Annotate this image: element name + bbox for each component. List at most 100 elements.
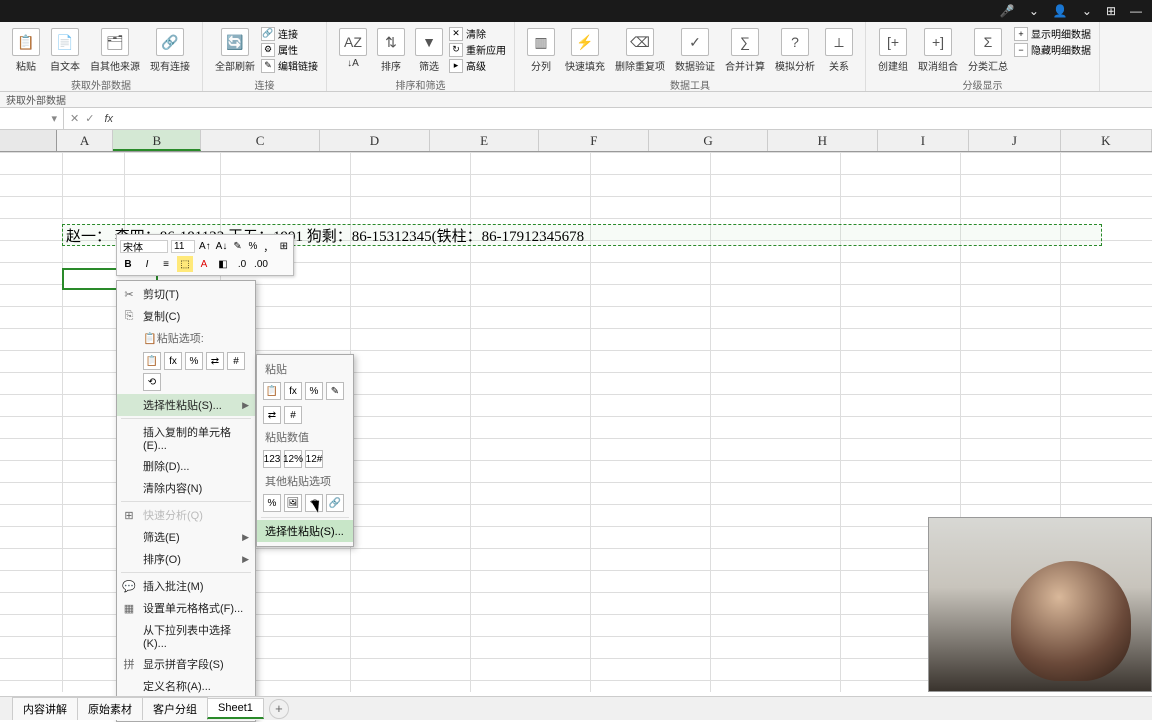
cancel-icon[interactable]: ✕: [70, 112, 79, 125]
ribbon-small-清除[interactable]: ✕清除: [449, 26, 506, 41]
ribbon-全部刷新[interactable]: 🔄全部刷新: [211, 26, 259, 75]
fx-icon[interactable]: fx: [100, 113, 117, 125]
ribbon-small-编辑链接[interactable]: ✎编辑链接: [261, 58, 318, 73]
align-icon[interactable]: ≡: [158, 256, 174, 272]
ctx-选择性粘贴(S)...[interactable]: 选择性粘贴(S)...▶: [117, 394, 255, 416]
ctx-设置单元格格式(F)...[interactable]: ▦设置单元格格式(F)...: [117, 597, 255, 619]
col-header-B[interactable]: B: [113, 130, 201, 151]
col-header-D[interactable]: D: [320, 130, 430, 151]
paste-option-icon[interactable]: ✎: [326, 382, 344, 400]
paste-special-dialog[interactable]: 选择性粘贴(S)...: [257, 520, 353, 542]
font-color-icon[interactable]: A: [196, 256, 212, 272]
ctx-复制(C)[interactable]: ⎘复制(C): [117, 305, 255, 327]
name-box[interactable]: ▾: [0, 108, 64, 129]
paste-option-icon[interactable]: ⟲: [143, 373, 161, 391]
ribbon-small-显示明细数据[interactable]: +显示明细数据: [1014, 26, 1091, 41]
sheet-tab-内容讲解[interactable]: 内容讲解: [12, 697, 78, 720]
ribbon-↓A[interactable]: AZ↓A: [335, 26, 371, 71]
bold-icon[interactable]: B: [120, 256, 136, 272]
paste-option-icon[interactable]: 12%: [284, 450, 302, 468]
minimize-icon[interactable]: —: [1130, 4, 1142, 18]
paste-option-icon[interactable]: %: [305, 382, 323, 400]
format-painter-icon[interactable]: ✎: [231, 238, 243, 254]
ribbon-取消组合[interactable]: +]取消组合: [914, 26, 962, 75]
col-header-A[interactable]: A: [57, 130, 114, 151]
ribbon-small-属性[interactable]: ⚙属性: [261, 42, 318, 57]
ribbon-small-连接[interactable]: 🔗连接: [261, 26, 318, 41]
spreadsheet-grid[interactable]: 赵一： 李四：86-181123 王五：1991 狗剩：86-15312345(…: [0, 152, 1152, 692]
percent-icon[interactable]: %: [247, 238, 259, 254]
user-icon[interactable]: 👤: [1053, 4, 1068, 18]
chevron-down-icon[interactable]: ⌄: [1082, 4, 1092, 18]
ribbon-small-高级[interactable]: ▸高级: [449, 58, 506, 73]
paste-option-icon[interactable]: 🔗: [326, 494, 344, 512]
col-header-C[interactable]: C: [201, 130, 320, 151]
select-all-corner[interactable]: [0, 130, 57, 151]
paste-option-icon[interactable]: 📋: [143, 352, 161, 370]
paste-option-icon[interactable]: #: [284, 406, 302, 424]
ribbon-合并计算[interactable]: ∑合并计算: [721, 26, 769, 75]
ctx-排序(O)[interactable]: 排序(O)▶: [117, 548, 255, 570]
paste-option-icon[interactable]: ⟲: [305, 494, 323, 512]
paste-option-icon[interactable]: %: [185, 352, 203, 370]
merge-icon[interactable]: ⊞: [278, 238, 290, 254]
ribbon-自文本[interactable]: 📄自文本: [46, 26, 84, 75]
ribbon-关系[interactable]: ⟂关系: [821, 26, 857, 75]
ribbon-small-隐藏明细数据[interactable]: −隐藏明细数据: [1014, 42, 1091, 57]
sheet-tab-原始素材[interactable]: 原始素材: [77, 697, 143, 720]
add-sheet-button[interactable]: +: [269, 699, 289, 719]
paste-option-icon[interactable]: fx: [164, 352, 182, 370]
paste-option-icon[interactable]: 123: [263, 450, 281, 468]
enter-icon[interactable]: ✓: [85, 112, 94, 125]
ribbon-模拟分析[interactable]: ?模拟分析: [771, 26, 819, 75]
ctx-定义名称(A)...[interactable]: 定义名称(A)...: [117, 675, 255, 697]
increase-font-icon[interactable]: A↑: [198, 238, 212, 254]
ribbon-分列[interactable]: ▥分列: [523, 26, 559, 75]
ribbon-排序[interactable]: ⇅排序: [373, 26, 409, 75]
ctx-清除内容(N)[interactable]: 清除内容(N): [117, 477, 255, 499]
increase-decimal-icon[interactable]: .00: [253, 256, 269, 272]
ctx-插入批注(M)[interactable]: 💬插入批注(M): [117, 575, 255, 597]
col-header-G[interactable]: G: [649, 130, 768, 151]
fill-color-icon[interactable]: ⬚: [177, 256, 193, 272]
col-header-H[interactable]: H: [768, 130, 878, 151]
border-icon[interactable]: ◧: [215, 256, 231, 272]
comma-icon[interactable]: ，: [262, 238, 274, 254]
ribbon-删除重复项[interactable]: ⌫删除重复项: [611, 26, 669, 75]
col-header-E[interactable]: E: [430, 130, 540, 151]
font-select[interactable]: [120, 240, 168, 253]
col-header-I[interactable]: I: [878, 130, 969, 151]
chevron-down-icon[interactable]: ⌄: [1029, 4, 1039, 18]
paste-option-icon[interactable]: #: [227, 352, 245, 370]
ctx-删除(D)...[interactable]: 删除(D)...: [117, 455, 255, 477]
ribbon-small-重新应用[interactable]: ↻重新应用: [449, 42, 506, 57]
ctx-剪切(T)[interactable]: ✂剪切(T): [117, 283, 255, 305]
col-header-F[interactable]: F: [539, 130, 649, 151]
paste-option-icon[interactable]: ⇄: [206, 352, 224, 370]
ribbon-自其他来源[interactable]: 🗂自其他来源: [86, 26, 144, 75]
sheet-tab-客户分组[interactable]: 客户分组: [142, 697, 208, 720]
ribbon-筛选[interactable]: ▼筛选: [411, 26, 447, 75]
paste-option-icon[interactable]: fx: [284, 382, 302, 400]
paste-option-icon[interactable]: 🖼: [284, 494, 302, 512]
paste-option-icon[interactable]: 12#: [305, 450, 323, 468]
col-header-K[interactable]: K: [1061, 130, 1152, 151]
italic-icon[interactable]: I: [139, 256, 155, 272]
paste-option-icon[interactable]: ⇄: [263, 406, 281, 424]
col-header-J[interactable]: J: [969, 130, 1060, 151]
ctx-插入复制的单元格(E)...[interactable]: 插入复制的单元格(E)...: [117, 421, 255, 455]
paste-option-icon[interactable]: 📋: [263, 382, 281, 400]
decrease-font-icon[interactable]: A↓: [215, 238, 229, 254]
decrease-decimal-icon[interactable]: .0: [234, 256, 250, 272]
ribbon-粘贴[interactable]: 📋粘贴: [8, 26, 44, 75]
sheet-tab-Sheet1[interactable]: Sheet1: [207, 698, 264, 719]
paste-option-icon[interactable]: %: [263, 494, 281, 512]
ribbon-数据验证[interactable]: ✓数据验证: [671, 26, 719, 75]
grid-icon[interactable]: ⊞: [1106, 4, 1116, 18]
ctx-显示拼音字段(S)[interactable]: 拼显示拼音字段(S): [117, 653, 255, 675]
ribbon-创建组[interactable]: [+创建组: [874, 26, 912, 75]
mic-icon[interactable]: 🎤: [1000, 4, 1015, 18]
ribbon-快速填充[interactable]: ⚡快速填充: [561, 26, 609, 75]
ctx-筛选(E)[interactable]: 筛选(E)▶: [117, 526, 255, 548]
font-size-select[interactable]: [171, 240, 195, 253]
